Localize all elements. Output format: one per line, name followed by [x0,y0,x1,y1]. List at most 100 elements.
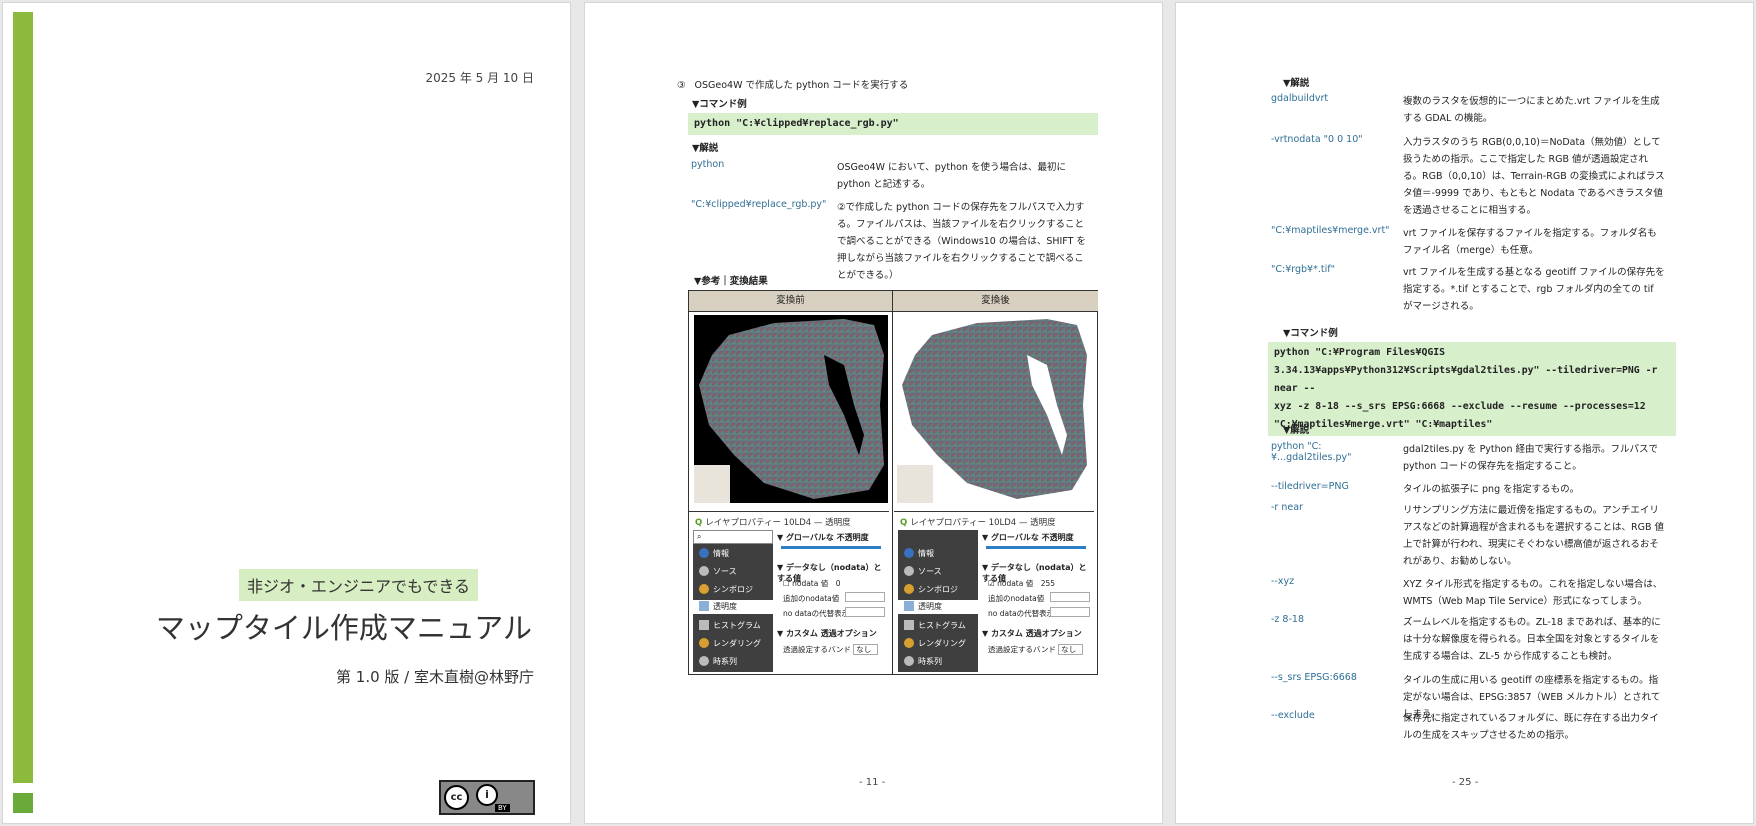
section-global-opacity: ▼ グローバルな 不透明度 [982,533,1074,542]
band-label: 透過設定するバンド なし [988,644,1084,655]
add-nodata-label: 追加のnodata値 [988,594,1045,603]
definition-row: "C:¥maptiles¥merge.vrt" vrt ファイルを保存するファイ… [1271,225,1671,261]
sidebar-item-info: 情報 [904,548,934,559]
command-heading: ▼コマンド例 [692,99,747,110]
definition-row: -r near リサンプリング方法に最近傍を指定するもの。アンチエイリアスなどの… [1271,502,1671,572]
command-line: 3.34.13¥apps¥Python312¥Scripts¥gdal2tile… [1274,365,1658,394]
command-line: "C:¥maptiles¥merge.vrt" "C:¥maptiles" [1274,419,1493,430]
step-number: ③ [677,80,686,91]
transparency-panel: ▼ グローバルな 不透明度 ▼ データなし（nodata）とする値 ☑ noda… [982,530,1092,672]
definition-desc: vrt ファイルを生成する基となる geotiff ファイルの保存先を指定する。… [1403,267,1665,312]
definition-term: -z 8-18 [1271,614,1304,625]
definition-row: "C:¥clipped¥replace_rgb.py" ②で作成した pytho… [691,199,1086,281]
nodata-display-input [845,607,885,617]
sidebar-item-rendering: レンダリング [699,638,761,649]
definition-row: -vrtnodata "0 0 10" 入力ラスタのうち RGB(0,0,10)… [1271,134,1671,222]
band-label: 透過設定するバンド なし [783,644,879,655]
definition-term: -vrtnodata "0 0 10" [1271,134,1363,145]
definition-desc: タイルの拡張子に png を指定するもの。 [1403,484,1580,495]
definition-desc: 複数のラスタを仮想的に一つにまとめた.vrt ファイルを生成する GDAL の機… [1403,96,1660,124]
search-icon: ⌕ [693,530,773,544]
section-custom-transparency: ▼ カスタム 透過オプション [777,629,877,638]
definition-desc: リサンプリング方法に最近傍を指定するもの。アンチエイリアスなどの計算過程が含まれ… [1403,505,1665,567]
definition-row: gdalbuildvrt 複数のラスタを仮想的に一つにまとめた.vrt ファイル… [1271,93,1671,129]
explain-heading: ▼解説 [1283,78,1310,89]
definition-row: "C:¥rgb¥*.tif" vrt ファイルを生成する基となる geotiff… [1271,264,1671,312]
command-heading: ▼コマンド例 [1283,328,1338,339]
definition-desc: OSGeo4W において、python を使う場合は、最初に python と記… [837,162,1066,190]
layer-properties-dialog-before: Q レイヤプロパティー 10LD4 — 透明度 ⌕ 情報 ソース シンボロジ 透明… [689,511,889,672]
sidebar-item-source: ソース [904,566,942,577]
cover-accent-square [13,793,33,813]
definition-row: --exclude 保存先に指定されているフォルダに、既に存在する出力タイルの生… [1271,710,1671,746]
definition-row: --s_srs EPSG:6668 タイルの生成に用いる geotiff の座標… [1271,672,1671,720]
page-11: ③ OSGeo4W で作成した python コードを実行する ▼コマンド例 py… [584,2,1163,824]
map-before-image [694,315,888,503]
definition-term: --s_srs EPSG:6668 [1271,672,1357,683]
cover-subtitle: 非ジオ・エンジニアでもできる [239,569,479,601]
sidebar-item-transparency: 透明度 [898,600,978,614]
definition-term: -r near [1271,502,1303,513]
nodata-field: ☐ nodata 値 0 [783,579,841,588]
cover-date: 2025 年 5 月 10 日 [425,71,534,85]
definition-term: "C:¥rgb¥*.tif" [1271,264,1335,275]
layer-properties-dialog-after: Q レイヤプロパティー 10LD4 — 透明度 情報 ソース シンボロジ 透明度 … [894,511,1094,672]
explain-heading: ▼解説 [1283,425,1310,436]
by-label: BY [495,804,510,812]
cover-accent-bar [13,12,33,783]
opacity-slider [986,546,1086,549]
sidebar-item-source: ソース [699,566,737,577]
command-example: python "C:¥Program Files¥QGIS 3.34.13¥ap… [1268,342,1676,436]
comparison-table: 変換前 変換後 Q レイヤプロパティー 10LD4 — 透明度 ⌕ 情報 ソース… [688,290,1098,675]
command-line: xyz -z 8-18 --s_srs EPSG:6668 --exclude … [1274,401,1646,412]
transparency-panel: ▼ グローバルな 不透明度 ▼ データなし（nodata）とする値 ☐ noda… [777,530,887,672]
column-divider [892,291,893,674]
cc-by-license-icon: cc i BY [439,780,535,815]
definition-term: --exclude [1271,710,1315,721]
definition-term: "C:¥clipped¥replace_rgb.py" [691,199,827,210]
opacity-slider [781,546,881,549]
sidebar-item-histogram: ヒストグラム [699,620,761,631]
add-nodata-input [1050,592,1090,602]
definition-term: --tiledriver=PNG [1271,481,1349,492]
map-after-image [897,315,1091,503]
page-25: ▼解説 gdalbuildvrt 複数のラスタを仮想的に一つにまとめた.vrt … [1175,2,1754,824]
section-custom-transparency: ▼ カスタム 透過オプション [982,629,1082,638]
command-line: python "C:¥Program Files¥QGIS [1274,347,1446,358]
step-heading: ③ OSGeo4W で作成した python コードを実行する [677,77,908,91]
definition-term: gdalbuildvrt [1271,93,1329,104]
sidebar-item-histogram: ヒストグラム [904,620,966,631]
dialog-title: Q レイヤプロパティー 10LD4 — 透明度 [900,518,1056,528]
definition-desc: ②で作成した python コードの保存先をフルパスで入力する。ファイルパスは、… [837,202,1086,281]
page-number: - 11 - [859,777,886,788]
definition-row: -z 8-18 ズームレベルを指定するもの。ZL-18 まであれば、基本的には十… [1271,614,1671,668]
definition-desc: XYZ タイル形式を指定するもの。これを指定しない場合は、WMTS（Web Ma… [1403,579,1663,607]
definition-row: python OSGeo4W において、python を使う場合は、最初に py… [691,159,1086,195]
nodata-display-label: no dataの代替表示 [783,609,850,618]
cover-title: マップタイル作成マニュアル [155,611,532,645]
definition-desc: ズームレベルを指定するもの。ZL-18 まであれば、基本的には十分な解像度を得ら… [1403,617,1661,662]
qgis-icon: Q [900,518,908,528]
sidebar-item-transparency: 透明度 [693,600,773,614]
sidebar-item-rendering: レンダリング [904,638,966,649]
attribution-icon: i [476,784,498,806]
section-global-opacity: ▼ グローバルな 不透明度 [777,533,869,542]
sidebar-item-info: 情報 [699,548,729,559]
definition-term: --xyz [1271,576,1295,587]
add-nodata-label: 追加のnodata値 [783,594,840,603]
cover-author: 第 1.0 版 / 室木直樹@林野庁 [336,668,534,686]
nodata-display-label: no dataの代替表示 [988,609,1055,618]
cover-page: 2025 年 5 月 10 日 非ジオ・エンジニアでもできる マップタイル作成マ… [2,2,571,824]
reference-heading: ▼参考｜変換結果 [694,276,768,287]
sidebar-item-temporal: 時系列 [904,656,942,668]
explain-heading: ▼解説 [692,143,719,154]
definition-row: --xyz XYZ タイル形式を指定するもの。これを指定しない場合は、WMTS（… [1271,576,1671,612]
page-number: - 25 - [1452,777,1479,788]
definition-term: python [691,159,725,170]
step-text: OSGeo4W で作成した python コードを実行する [694,80,909,91]
column-header-after: 変換後 [893,291,1098,312]
sidebar-item-temporal: 時系列 [699,656,737,668]
definition-desc: gdal2tiles.py を Python 経由で実行する指示。フルパスで p… [1403,444,1659,472]
cc-icon: cc [444,785,469,810]
definition-desc: vrt ファイルを保存するファイルを指定する。フォルダ名もファイル名（merge… [1403,228,1657,256]
